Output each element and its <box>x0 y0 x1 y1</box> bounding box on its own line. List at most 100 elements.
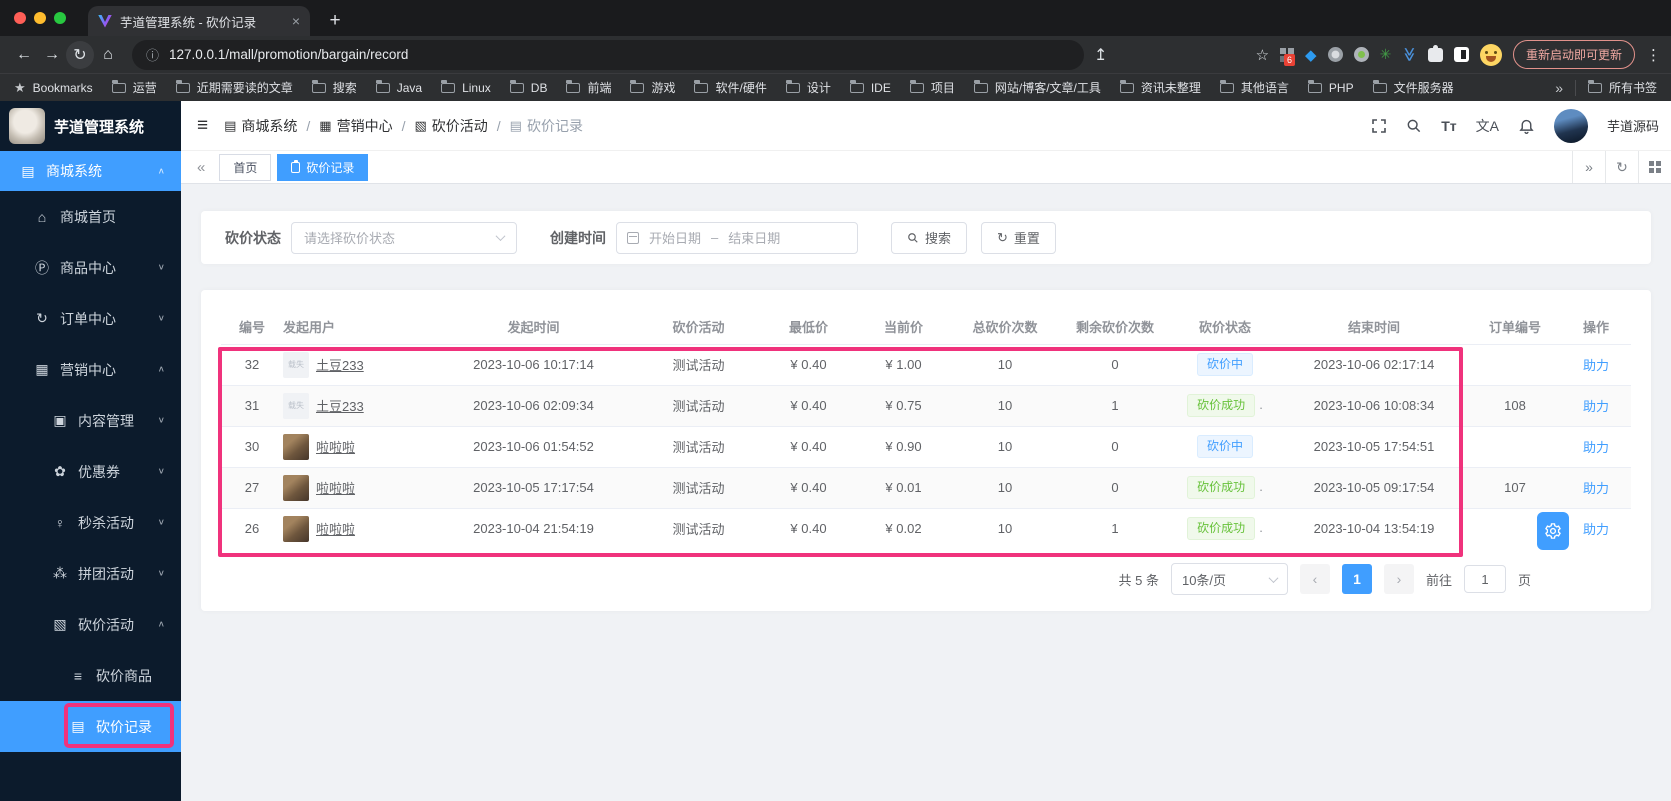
window-zoom-button[interactable] <box>54 12 66 24</box>
bookmark-folder[interactable]: 网站/博客/文章/工具 <box>973 79 1101 96</box>
bookmark-folder[interactable]: 前端 <box>566 79 611 96</box>
tags-scroll-left-icon[interactable]: « <box>189 159 213 176</box>
page-size-select[interactable]: 10条/页 <box>1170 563 1288 595</box>
bookmark-folder[interactable]: 游戏 <box>630 79 675 96</box>
app-logo[interactable]: 芋道管理系统 <box>0 101 181 151</box>
sidebar-item-order-center[interactable]: ↻ 订单中心 ∨ <box>0 293 181 344</box>
bookmark-folder[interactable]: 运营 <box>111 79 157 96</box>
assist-link[interactable]: 助力 <box>1583 440 1609 455</box>
search-button-icon <box>907 232 919 244</box>
cell-user: 载失 土豆233 <box>283 384 431 426</box>
extension-green-star-icon[interactable]: ✳ <box>1380 46 1392 63</box>
bookmark-folder[interactable]: 文件服务器 <box>1372 79 1454 96</box>
new-tab-button[interactable]: + <box>322 8 348 34</box>
sidebar-item-bargain-activity[interactable]: ▧ 砍价活动 ∧ <box>0 599 181 650</box>
sidebar-item-mall-home[interactable]: ⌂ 商城首页 <box>0 191 181 242</box>
sidebar-item-bargain-record[interactable]: ▤ 砍价记录 <box>0 701 181 752</box>
cell-action: 助力 <box>1561 343 1631 385</box>
end-date-input[interactable]: 结束日期 <box>728 228 780 247</box>
sidebar-item-groupbuy-activity[interactable]: ⁂ 拼团活动 ∨ <box>0 548 181 599</box>
fullscreen-icon[interactable] <box>1371 118 1387 134</box>
assist-link[interactable]: 助力 <box>1583 399 1609 414</box>
bookmark-folder[interactable]: DB <box>509 79 547 95</box>
bookmarks-overflow-icon[interactable]: » <box>1555 80 1563 96</box>
assist-link[interactable]: 助力 <box>1583 358 1609 373</box>
locale-icon[interactable]: 文A <box>1476 116 1499 136</box>
window-minimize-button[interactable] <box>34 12 46 24</box>
user-avatar[interactable] <box>1553 108 1588 143</box>
layout-grid-icon[interactable] <box>1638 151 1671 183</box>
tag-home[interactable]: 首页 <box>219 153 272 181</box>
extension-diamond-icon[interactable]: ◆ <box>1305 46 1317 64</box>
prev-page-button[interactable]: ‹ <box>1299 564 1330 594</box>
breadcrumb-marketing-center[interactable]: ▦ 营销中心 <box>319 116 392 136</box>
tags-refresh-icon[interactable]: ↻ <box>1605 151 1638 183</box>
collapse-menu-icon[interactable]: ≡ <box>197 115 208 137</box>
bookmark-folder[interactable]: IDE <box>849 79 891 95</box>
tags-scroll-right-icon[interactable]: » <box>1572 151 1605 183</box>
breadcrumb-bargain-activity[interactable]: ▧ 砍价活动 <box>414 116 487 136</box>
next-page-button[interactable]: › <box>1383 564 1414 594</box>
back-icon[interactable]: ← <box>10 41 38 69</box>
page-1-button[interactable]: 1 <box>1341 564 1372 594</box>
search-button[interactable]: 搜索 <box>891 221 968 254</box>
bookmark-folder[interactable]: 软件/硬件 <box>694 79 767 96</box>
bookmarks-manager[interactable]: ★ Bookmarks <box>14 80 93 96</box>
assist-link[interactable]: 助力 <box>1583 481 1609 496</box>
url-bar[interactable]: ⓘ 127.0.0.1/mall/promotion/bargain/recor… <box>132 39 1084 70</box>
breadcrumb-bargain-record[interactable]: ▤ 砍价记录 <box>510 116 583 136</box>
bookmark-folder[interactable]: 项目 <box>909 79 955 96</box>
sidebar-item-product-center[interactable]: Ⓟ 商品中心 ∨ <box>0 242 181 293</box>
site-info-icon[interactable]: ⓘ <box>146 45 159 64</box>
user-name-link[interactable]: 啦啦啦 <box>316 478 355 497</box>
font-size-icon[interactable]: Tᴛ <box>1441 118 1456 134</box>
bookmark-folder[interactable]: 近期需要读的文章 <box>175 79 293 96</box>
settings-gear-button[interactable] <box>1537 512 1569 550</box>
extensions-puzzle-icon[interactable] <box>1427 44 1443 62</box>
sidebar-item-bargain-product[interactable]: ≡ 砍价商品 <box>0 650 181 701</box>
forward-icon[interactable]: → <box>38 41 66 69</box>
sidebar-item-seckill-activity[interactable]: ♀ 秒杀活动 ∨ <box>0 497 181 548</box>
user-name-link[interactable]: 土豆233 <box>316 355 364 374</box>
share-icon[interactable]: ↥ <box>1094 45 1107 65</box>
tab-close-icon[interactable]: × <box>292 13 300 29</box>
user-name-link[interactable]: 土豆233 <box>316 396 364 415</box>
status-select[interactable]: 请选择砍价状态 <box>291 221 517 254</box>
tag-bargain-record[interactable]: 砍价记录 <box>277 153 369 181</box>
sidebar-item-content-management[interactable]: ▣ 内容管理 ∨ <box>0 395 181 446</box>
extension-square-icon[interactable] <box>1453 47 1469 62</box>
bookmark-star-icon[interactable]: ☆ <box>1256 46 1269 64</box>
search-icon[interactable] <box>1406 118 1422 134</box>
sidebar-item-mall-system[interactable]: ▤ 商城系统 ∧ <box>0 151 181 191</box>
bookmark-folder[interactable]: 搜索 <box>311 79 357 96</box>
sidebar-item-marketing-center[interactable]: ▦ 营销中心 ∧ <box>0 344 181 395</box>
goto-page-input[interactable] <box>1463 565 1506 593</box>
reload-icon[interactable]: ↻ <box>66 40 94 69</box>
breadcrumb-mall-system[interactable]: ▤ 商城系统 <box>224 116 297 136</box>
extension-circle-icon[interactable] <box>1327 47 1343 62</box>
bookmark-folder[interactable]: 其他语言 <box>1219 79 1289 96</box>
home-icon[interactable]: ⌂ <box>94 41 122 69</box>
bookmark-folder[interactable]: PHP <box>1307 79 1354 95</box>
browser-tab[interactable]: 芋道管理系统 - 砍价记录 × <box>88 6 310 36</box>
bookmark-folder[interactable]: 设计 <box>785 79 831 96</box>
user-name-link[interactable]: 啦啦啦 <box>316 519 355 538</box>
bookmark-folder[interactable]: Java <box>375 79 422 95</box>
all-bookmarks-folder[interactable]: 所有书签 <box>1587 79 1657 96</box>
profile-avatar[interactable] <box>1479 43 1502 66</box>
start-date-input[interactable]: 开始日期 <box>649 228 701 247</box>
reset-button[interactable]: ↻ 重置 <box>981 221 1056 254</box>
extension-green-circle-icon[interactable] <box>1353 47 1369 62</box>
window-close-button[interactable] <box>14 12 26 24</box>
bookmark-folder[interactable]: Linux <box>441 79 491 95</box>
date-range-picker[interactable]: 开始日期 – 结束日期 <box>616 221 858 254</box>
assist-link[interactable]: 助力 <box>1583 522 1609 537</box>
bell-icon[interactable] <box>1518 117 1535 134</box>
sidebar-item-coupon[interactable]: ✿ 优惠券 ∨ <box>0 446 181 497</box>
extension-chevrons-icon[interactable]: ≫ <box>1401 47 1418 62</box>
bookmark-folder[interactable]: 资讯未整理 <box>1119 79 1201 96</box>
extension-blocks-icon[interactable]: 6 <box>1280 47 1296 66</box>
browser-menu-icon[interactable]: ⋮ <box>1646 46 1661 64</box>
user-name-link[interactable]: 啦啦啦 <box>316 437 355 456</box>
restart-update-button[interactable]: 重新启动即可更新 <box>1512 40 1635 69</box>
